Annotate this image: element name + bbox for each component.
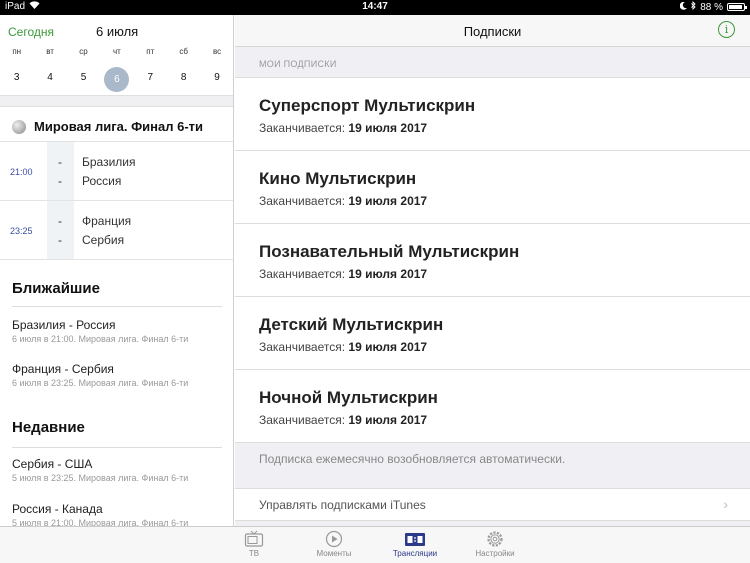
group-label: МОИ ПОДПИСКИ bbox=[259, 59, 337, 69]
score-band bbox=[47, 142, 74, 201]
weekday-label: вс bbox=[212, 47, 222, 56]
score-band bbox=[47, 201, 74, 260]
recent-item[interactable]: Сербия - США 5 июля в 23:25. Мировая лиг… bbox=[12, 457, 227, 483]
day-cell[interactable]: 8 bbox=[167, 67, 200, 93]
day-cell[interactable]: 9 bbox=[200, 67, 233, 93]
subscription-expiry: Заканчивается: 19 июля 2017 bbox=[259, 413, 428, 427]
divider bbox=[12, 447, 222, 448]
subscription-expiry: Заканчивается: 19 июля 2017 bbox=[259, 340, 428, 354]
gear-icon bbox=[487, 531, 503, 547]
status-bar: iPad 14:47 88 % bbox=[0, 0, 750, 15]
match-team: Франция bbox=[82, 214, 132, 228]
subscription-row[interactable]: Познавательный Мультискрин Заканчивается… bbox=[235, 224, 750, 297]
match-score: - bbox=[58, 233, 62, 247]
weekday-label: ср bbox=[79, 47, 88, 56]
league-header: Мировая лига. Финал 6-ти bbox=[0, 111, 233, 141]
item-subtitle: 6 июля в 23:25. Мировая лига. Финал 6-ти bbox=[12, 378, 189, 388]
tab-label: Моменты bbox=[316, 549, 352, 558]
tv-icon bbox=[244, 530, 264, 547]
subscription-row[interactable]: Ночной Мультискрин Заканчивается: 19 июл… bbox=[235, 370, 750, 443]
scoreboard-icon bbox=[405, 533, 425, 546]
league-name: Мировая лига. Финал 6-ти bbox=[34, 119, 204, 134]
day-cell[interactable]: 5 bbox=[67, 67, 100, 93]
match-score: - bbox=[58, 214, 62, 228]
day-cell-selected[interactable]: 6 bbox=[100, 67, 133, 93]
info-icon[interactable]: i bbox=[718, 21, 735, 38]
match-time: 23:25 bbox=[10, 226, 33, 236]
tab-bar: ТВ Моменты Трансляции Настройки bbox=[0, 526, 750, 563]
subscription-row[interactable]: Кино Мультискрин Заканчивается: 19 июля … bbox=[235, 151, 750, 224]
weekday-row: пн вт ср чт пт сб вс bbox=[0, 47, 233, 61]
battery-icon bbox=[727, 3, 747, 11]
upcoming-title: Ближайшие bbox=[12, 280, 100, 297]
subscription-name: Детский Мультискрин bbox=[259, 315, 444, 334]
subscription-expiry: Заканчивается: 19 июля 2017 bbox=[259, 267, 428, 281]
subscription-expiry: Заканчивается: 19 июля 2017 bbox=[259, 194, 428, 208]
subscription-name: Суперспорт Мультискрин bbox=[259, 96, 476, 115]
battery-percent: 88 % bbox=[700, 1, 723, 13]
upcoming-item[interactable]: Бразилия - Россия 6 июля в 21:00. Мирова… bbox=[12, 318, 227, 344]
match-team: Россия bbox=[82, 174, 122, 188]
day-cell[interactable]: 4 bbox=[33, 67, 66, 93]
nav-bar: Подписки i bbox=[235, 15, 750, 47]
app: Сегодня 6 июля пн вт ср чт пт сб вс 3 4 … bbox=[0, 15, 750, 563]
match-score: - bbox=[58, 155, 62, 169]
tab-broadcasts[interactable]: Трансляции bbox=[385, 530, 445, 558]
day-row: 3 4 5 6 7 8 9 bbox=[0, 67, 233, 93]
subscriptions-panel: Подписки i МОИ ПОДПИСКИ Суперспорт Мульт… bbox=[235, 15, 750, 528]
match-time: 21:00 bbox=[10, 167, 33, 177]
match-team: Бразилия bbox=[82, 155, 136, 169]
section-divider bbox=[0, 95, 233, 107]
tab-label: Настройки bbox=[475, 549, 515, 558]
weekday-label: сб bbox=[179, 47, 188, 56]
item-subtitle: 5 июля в 23:25. Мировая лига. Финал 6-ти bbox=[12, 473, 189, 483]
item-title: Франция - Сербия bbox=[12, 362, 114, 376]
chevron-right-icon: › bbox=[723, 496, 728, 512]
subscription-name: Ночной Мультискрин bbox=[259, 388, 438, 407]
tab-label: Трансляции bbox=[392, 549, 438, 558]
match-score: - bbox=[58, 174, 62, 188]
calendar-date: 6 июля bbox=[96, 24, 139, 39]
tab-label: ТВ bbox=[248, 549, 260, 558]
play-icon bbox=[325, 530, 343, 548]
manage-itunes-label: Управлять подписками iTunes bbox=[259, 498, 426, 512]
weekday-label: пт bbox=[146, 47, 155, 56]
subscription-name: Кино Мультискрин bbox=[259, 169, 417, 188]
volleyball-icon bbox=[12, 120, 26, 134]
tab-settings[interactable]: Настройки bbox=[465, 530, 525, 558]
day-cell[interactable]: 7 bbox=[134, 67, 167, 93]
upcoming-item[interactable]: Франция - Сербия 6 июля в 23:25. Мировая… bbox=[12, 362, 227, 388]
auto-renew-note: Подписка ежемесячно возобновляется автом… bbox=[259, 452, 566, 466]
recent-title: Недавние bbox=[12, 419, 85, 436]
weekday-label: вт bbox=[46, 47, 54, 56]
bluetooth-icon bbox=[691, 0, 696, 13]
moon-icon bbox=[679, 1, 688, 13]
divider bbox=[0, 259, 233, 260]
item-title: Россия - Канада bbox=[12, 502, 103, 516]
match-row[interactable]: 23:25 - - Франция Сербия bbox=[0, 200, 233, 260]
manage-itunes-row[interactable]: Управлять подписками iTunes › bbox=[235, 488, 750, 521]
status-time: 14:47 bbox=[362, 1, 388, 12]
item-title: Бразилия - Россия bbox=[12, 318, 116, 332]
match-team: Сербия bbox=[82, 233, 125, 247]
weekday-label: чт bbox=[112, 47, 121, 56]
nav-title: Подписки bbox=[463, 24, 522, 39]
item-subtitle: 6 июля в 21:00. Мировая лига. Финал 6-ти bbox=[12, 334, 189, 344]
day-cell[interactable]: 3 bbox=[0, 67, 33, 93]
match-row[interactable]: 21:00 - - Бразилия Россия bbox=[0, 141, 233, 201]
tab-tv[interactable]: ТВ bbox=[224, 530, 284, 558]
item-title: Сербия - США bbox=[12, 457, 93, 471]
subscription-row[interactable]: Суперспорт Мультискрин Заканчивается: 19… bbox=[235, 78, 750, 151]
subscription-name: Познавательный Мультискрин bbox=[259, 242, 520, 261]
calendar-header: Сегодня 6 июля bbox=[0, 15, 233, 45]
subscription-expiry: Заканчивается: 19 июля 2017 bbox=[259, 121, 428, 135]
divider bbox=[12, 306, 222, 307]
tab-moments[interactable]: Моменты bbox=[304, 530, 364, 558]
today-button[interactable]: Сегодня bbox=[8, 25, 54, 39]
recent-item[interactable]: Россия - Канада 5 июля в 21:00. Мировая … bbox=[12, 502, 227, 528]
subscription-list: Суперспорт Мультискрин Заканчивается: 19… bbox=[235, 77, 750, 443]
subscription-row[interactable]: Детский Мультискрин Заканчивается: 19 ию… bbox=[235, 297, 750, 370]
schedule-panel: Сегодня 6 июля пн вт ср чт пт сб вс 3 4 … bbox=[0, 15, 234, 528]
weekday-label: пн bbox=[12, 47, 22, 56]
